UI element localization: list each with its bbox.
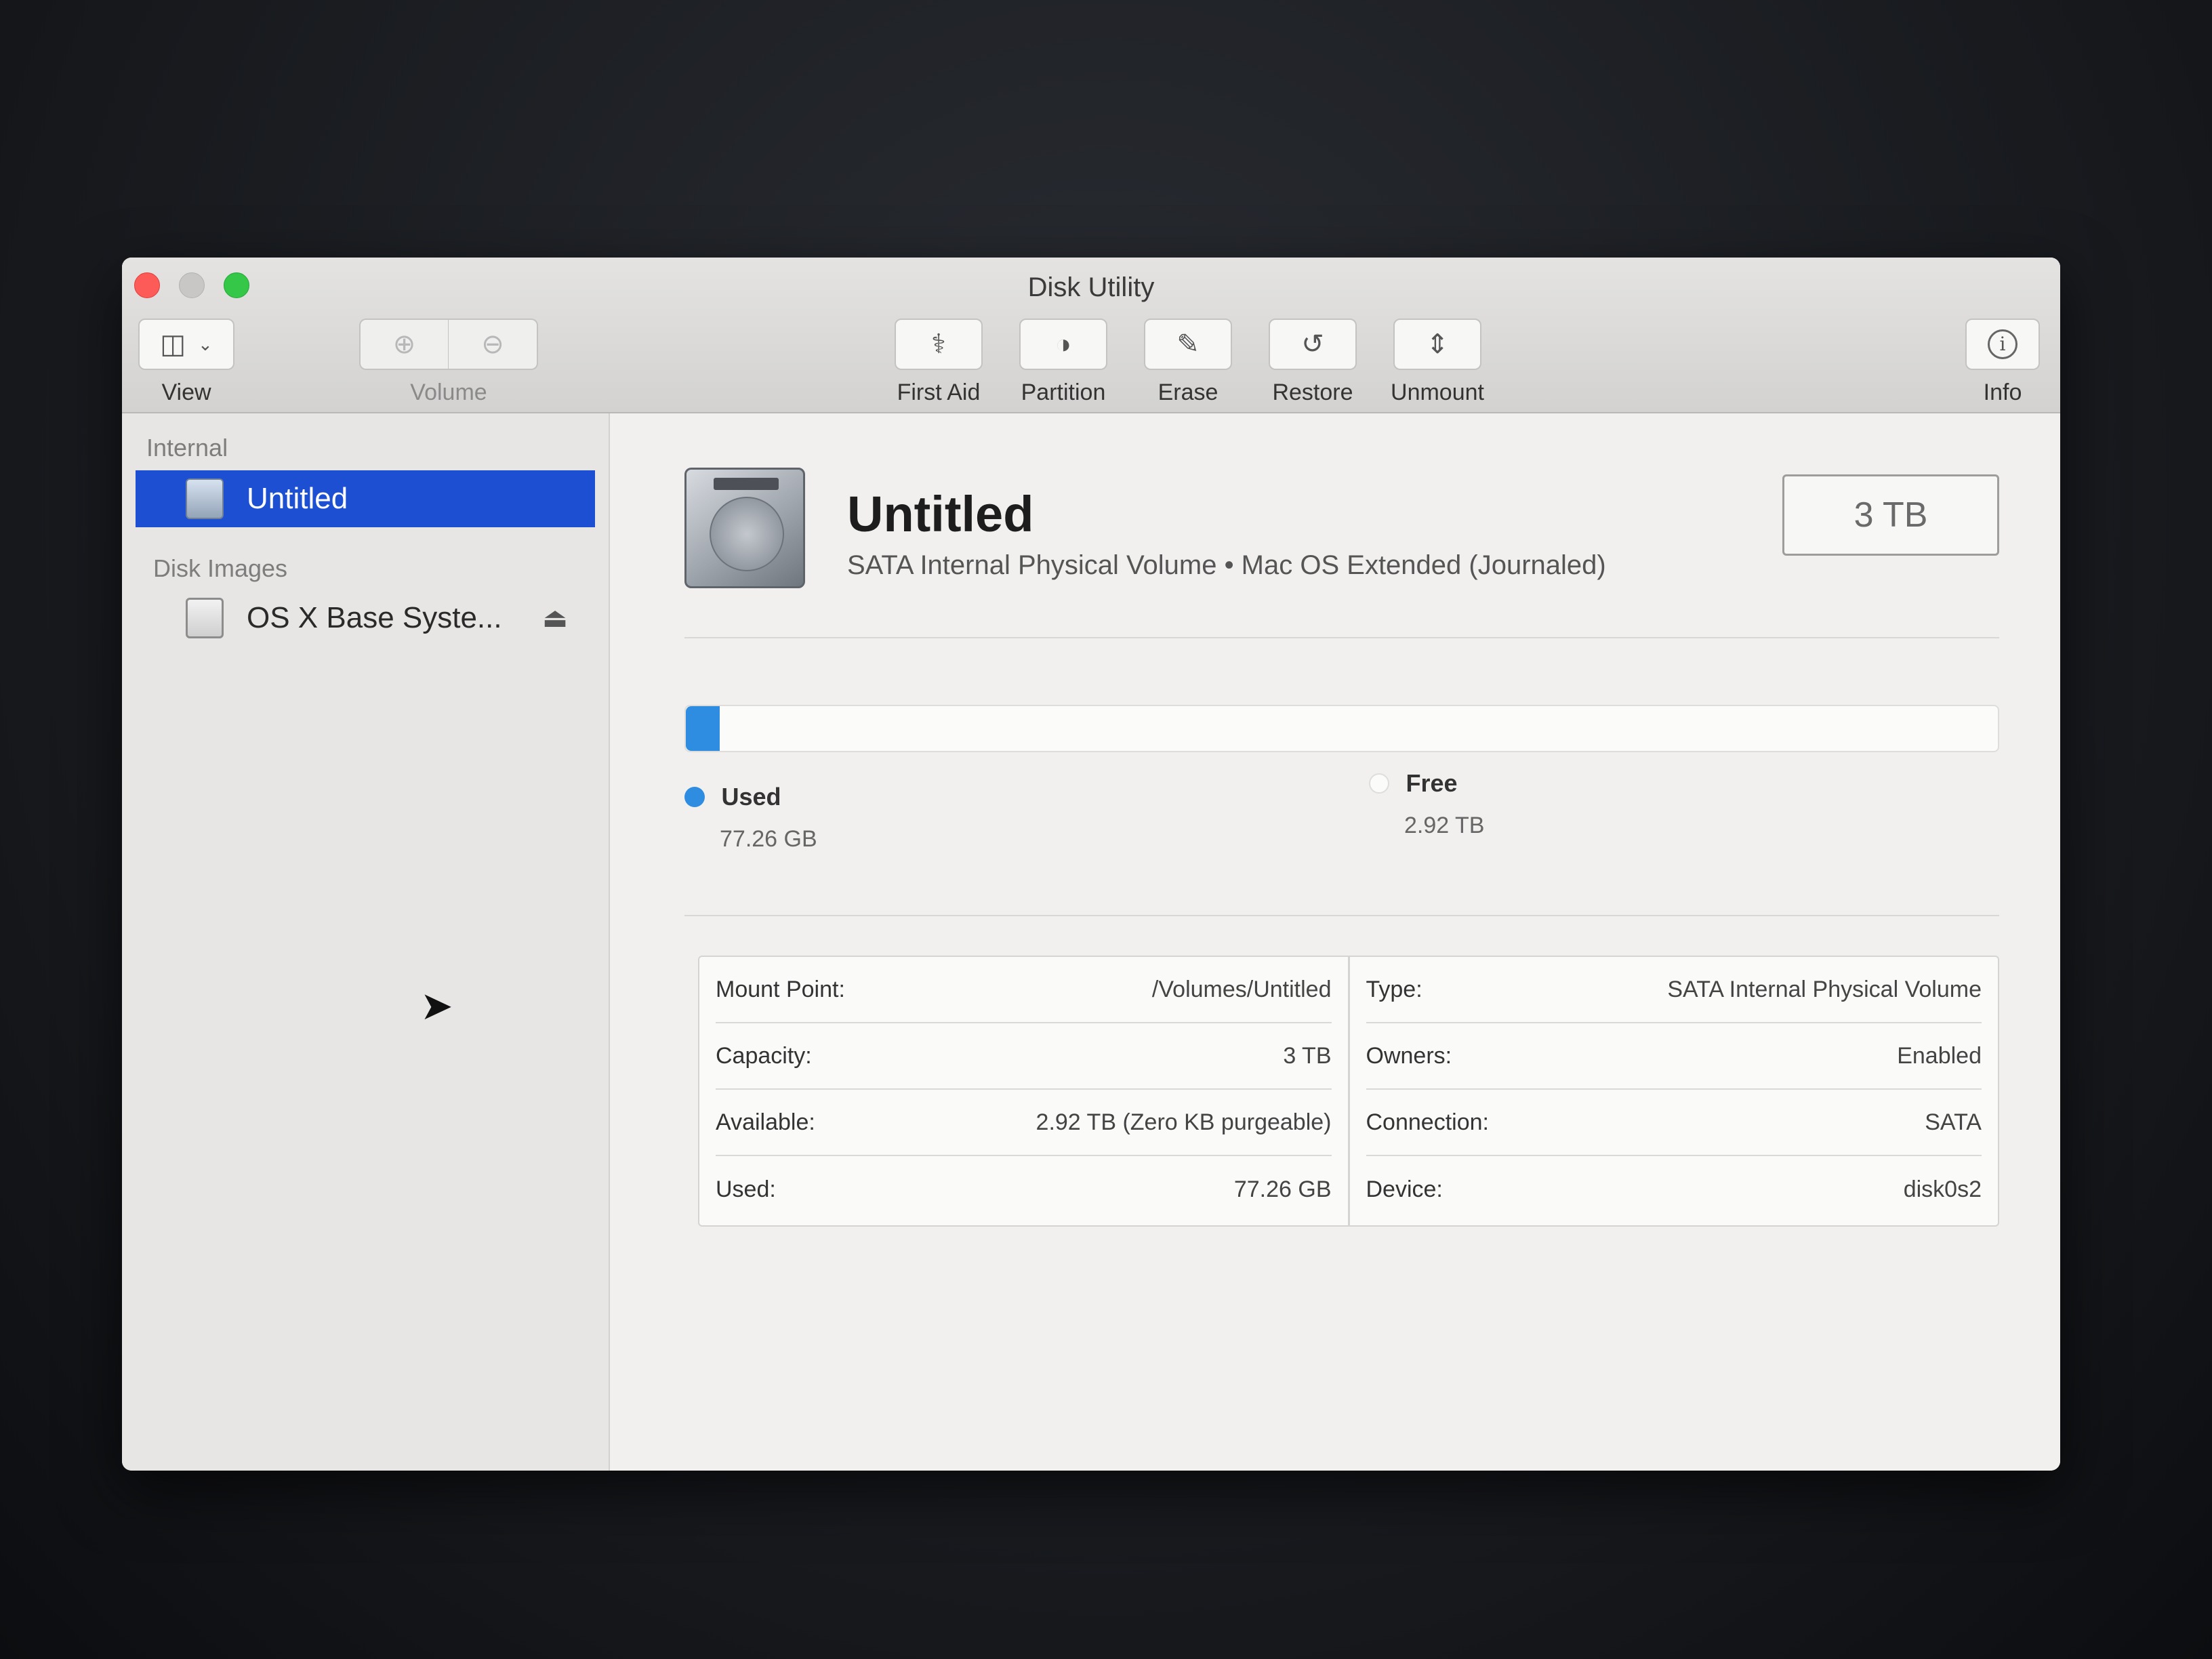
- sidebar-item-untitled[interactable]: Untitled: [136, 470, 595, 527]
- volume-header: Untitled SATA Internal Physical Volume •…: [684, 468, 1999, 603]
- first-aid-button[interactable]: ⚕ First Aid: [888, 319, 989, 406]
- first-aid-label: First Aid: [897, 380, 981, 405]
- mouse-cursor-icon: ➤: [420, 984, 453, 1028]
- internal-disk-icon: [186, 478, 224, 519]
- info-button[interactable]: i: [1965, 319, 2040, 370]
- chevron-down-icon: ⌄: [198, 333, 213, 354]
- available-value: 2.92 TB (Zero KB purgeable): [1036, 1109, 1332, 1135]
- table-row: Type: SATA Internal Physical Volume: [1366, 957, 1982, 1023]
- owners-key: Owners:: [1366, 1042, 1452, 1069]
- table-row: Used: 77.26 GB: [716, 1156, 1332, 1223]
- add-volume-button[interactable]: ⊕: [359, 319, 449, 370]
- toolbar: Disk Utility ◫ ⌄ View ⊕ ⊖ Volume ⚕ First…: [122, 258, 2060, 413]
- sidebar-item-label: OS X Base Syste...: [247, 601, 502, 634]
- erase-button[interactable]: ✎ Erase: [1137, 319, 1239, 406]
- unmount-icon: ⇕: [1426, 329, 1449, 359]
- sidebar-toggle-icon: ◫: [160, 329, 186, 359]
- mount-point-value: /Volumes/Untitled: [1151, 976, 1332, 1002]
- disk-image-icon: [186, 598, 224, 638]
- free-legend-label: Free: [1406, 769, 1458, 797]
- table-row: Available: 2.92 TB (Zero KB purgeable): [716, 1090, 1332, 1156]
- device-key: Device:: [1366, 1176, 1443, 1202]
- usage-bar-used-fill: [686, 706, 720, 751]
- main-panel: Untitled SATA Internal Physical Volume •…: [610, 413, 2060, 1471]
- restore-button[interactable]: ↺ Restore: [1262, 319, 1364, 406]
- available-key: Available:: [716, 1109, 815, 1135]
- table-row: Capacity: 3 TB: [716, 1023, 1332, 1090]
- sidebar: Internal Untitled Disk Images OS X Base …: [122, 413, 610, 1471]
- capacity-key: Capacity:: [716, 1042, 812, 1069]
- restore-icon: ↺: [1301, 329, 1324, 359]
- type-key: Type:: [1366, 976, 1422, 1002]
- eject-icon[interactable]: ⏏: [542, 602, 568, 634]
- used-value: 77.26 GB: [1233, 1176, 1332, 1202]
- disk-utility-window: Disk Utility ◫ ⌄ View ⊕ ⊖ Volume ⚕ First…: [122, 258, 2060, 1471]
- volume-label: Volume: [410, 380, 487, 405]
- used-legend-value: 77.26 GB: [720, 826, 817, 852]
- header-divider: [684, 637, 1999, 638]
- stethoscope-icon: ⚕: [931, 329, 946, 359]
- free-dot-icon: [1369, 773, 1389, 794]
- owners-value: Enabled: [1897, 1042, 1982, 1069]
- used-legend-label: Used: [721, 783, 781, 811]
- erase-icon: ✎: [1176, 329, 1200, 359]
- volume-description: SATA Internal Physical Volume • Mac OS E…: [847, 550, 1606, 580]
- erase-label: Erase: [1158, 380, 1218, 405]
- remove-volume-icon: ⊖: [481, 329, 504, 359]
- volume-group: ⊕ ⊖ Volume: [359, 319, 538, 406]
- add-volume-icon: ⊕: [392, 329, 416, 359]
- mount-point-key: Mount Point:: [716, 976, 845, 1002]
- used-key: Used:: [716, 1176, 776, 1202]
- type-value: SATA Internal Physical Volume: [1667, 976, 1982, 1002]
- info-group: i Info: [1965, 319, 2040, 406]
- device-value: disk0s2: [1903, 1176, 1982, 1202]
- volume-size-badge: 3 TB: [1782, 474, 1999, 556]
- unmount-button[interactable]: ⇕ Unmount: [1387, 319, 1488, 406]
- info-icon: i: [1988, 329, 2018, 359]
- usage-divider: [684, 915, 1999, 916]
- used-dot-icon: [684, 787, 705, 807]
- connection-key: Connection:: [1366, 1109, 1489, 1135]
- view-button[interactable]: ◫ ⌄: [138, 319, 234, 370]
- table-row: Mount Point: /Volumes/Untitled: [716, 957, 1332, 1023]
- connection-value: SATA: [1925, 1109, 1982, 1135]
- internal-section-header: Internal: [146, 434, 228, 462]
- info-column-left: Mount Point: /Volumes/Untitled Capacity:…: [699, 957, 1350, 1225]
- disk-images-section-header: Disk Images: [153, 554, 288, 582]
- free-legend: Free 2.92 TB: [1369, 769, 1484, 839]
- volume-info-table: Mount Point: /Volumes/Untitled Capacity:…: [698, 956, 1999, 1227]
- view-label: View: [161, 380, 211, 405]
- used-legend: Used 77.26 GB: [684, 783, 817, 853]
- partition-label: Partition: [1021, 380, 1106, 405]
- table-row: Connection: SATA: [1366, 1090, 1982, 1156]
- free-legend-value: 2.92 TB: [1404, 813, 1485, 838]
- view-group: ◫ ⌄ View: [138, 319, 234, 406]
- sidebar-item-label: Untitled: [247, 482, 348, 515]
- sidebar-item-os-x-base-system[interactable]: OS X Base Syste... ⏏: [122, 590, 609, 647]
- window-title: Disk Utility: [1027, 272, 1155, 302]
- partition-button[interactable]: ◑ Partition: [1012, 319, 1114, 406]
- table-row: Owners: Enabled: [1366, 1023, 1982, 1090]
- remove-volume-button[interactable]: ⊖: [449, 319, 538, 370]
- hard-drive-icon: [684, 468, 805, 588]
- partition-icon: ◑: [1054, 329, 1072, 359]
- restore-label: Restore: [1272, 380, 1353, 405]
- usage-bar: [684, 705, 1999, 752]
- table-row: Device: disk0s2: [1366, 1156, 1982, 1223]
- action-buttons: ⚕ First Aid ◑ Partition ✎ Erase ↺ Restor…: [888, 319, 1488, 406]
- info-label: Info: [1983, 380, 2022, 405]
- volume-name: Untitled: [847, 486, 1034, 542]
- capacity-value: 3 TB: [1283, 1042, 1332, 1069]
- unmount-label: Unmount: [1391, 380, 1484, 405]
- info-column-right: Type: SATA Internal Physical Volume Owne…: [1350, 957, 1999, 1225]
